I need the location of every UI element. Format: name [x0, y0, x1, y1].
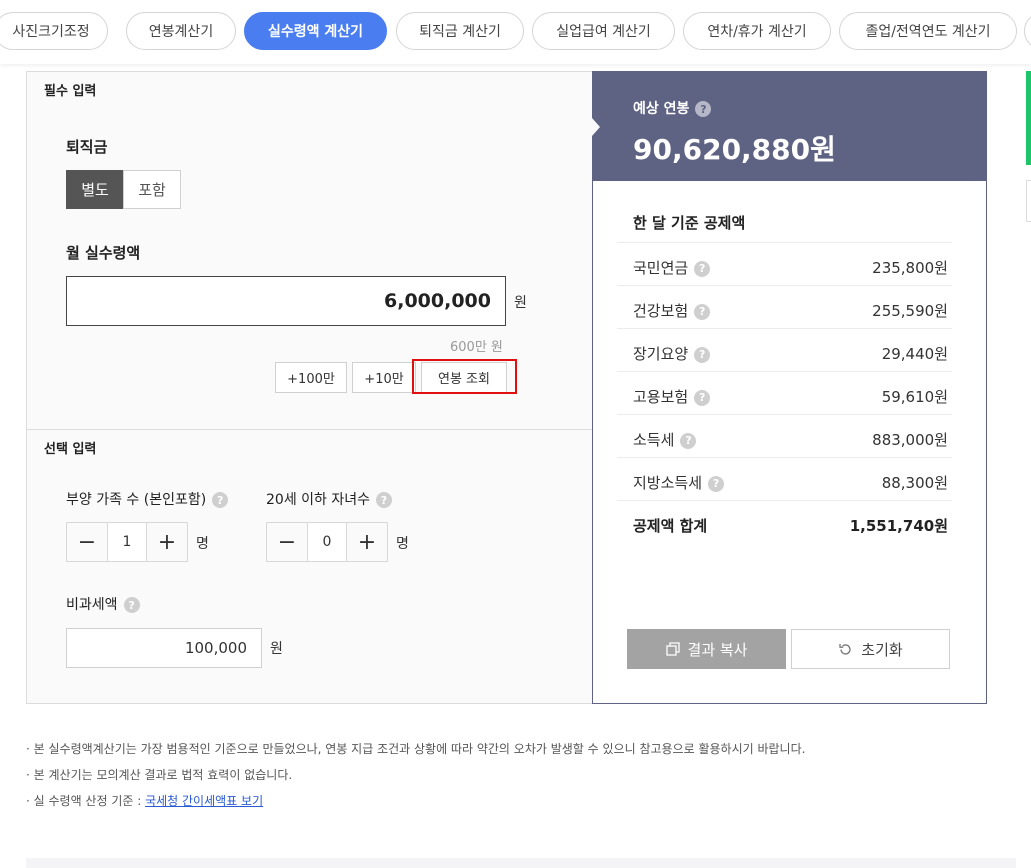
deduction-name-text: 고용보험 — [633, 388, 689, 406]
required-section-title: 필수 입력 — [44, 84, 97, 99]
copy-result-label: 결과 복사 — [687, 640, 748, 659]
annual-salary-label-text: 예상 연봉 — [633, 101, 690, 117]
tab-severance[interactable]: 퇴직금 계산기 — [396, 12, 524, 50]
reset-label: 초기화 — [861, 640, 903, 659]
monthly-unit: 원 — [514, 295, 527, 311]
tab-unemployment[interactable]: 실업급여 계산기 — [532, 12, 675, 50]
deduction-name-text: 지방소득세 — [633, 474, 703, 492]
calculator-tab-bar: 사진크기조정 연봉계산기 실수령액 계산기 퇴직금 계산기 실업급여 계산기 연… — [0, 0, 1031, 64]
note-line-prefix: · 실 수령액 산정 기준 : — [26, 794, 146, 808]
dependents-label-text: 부양 가족 수 (본인포함) — [66, 492, 207, 508]
deduction-name-text: 건강보험 — [633, 302, 689, 320]
deduction-amount: 235,800원 — [872, 259, 948, 277]
monthly-amount-hint: 600만 원 — [450, 340, 503, 355]
tab-next[interactable] — [1024, 12, 1031, 50]
dependents-value[interactable]: 1 — [107, 523, 147, 561]
deduction-name: 소득세? — [633, 429, 697, 450]
tab-net-pay[interactable]: 실수령액 계산기 — [244, 12, 387, 50]
deduction-name: 장기요양? — [633, 343, 711, 364]
deduction-name-text: 장기요양 — [633, 345, 689, 363]
deduction-name: 국민연금? — [633, 257, 711, 278]
severance-included-option[interactable]: 포함 — [123, 170, 181, 209]
help-icon[interactable]: ? — [694, 389, 711, 406]
help-icon[interactable]: ? — [376, 492, 392, 508]
children-value[interactable]: 0 — [307, 523, 347, 561]
deduction-row: 소득세? 883,000원 — [617, 414, 952, 457]
deduction-row: 장기요양? 29,440원 — [617, 328, 952, 371]
deduction-row: 국민연금? 235,800원 — [617, 242, 952, 285]
deduction-row: 지방소득세? 88,300원 — [617, 457, 952, 500]
children-unit: 명 — [396, 536, 409, 552]
side-accent-bar — [1026, 71, 1031, 165]
help-icon[interactable]: ? — [212, 492, 229, 508]
side-widget[interactable] — [1026, 180, 1031, 222]
deduction-row: 고용보험? 59,610원 — [617, 371, 952, 414]
plus-icon[interactable]: + — [147, 523, 187, 561]
note-line: · 실 수령액 산정 기준 : 국세청 간이세액표 보기 — [26, 788, 805, 814]
severance-separate-option[interactable]: 별도 — [66, 170, 124, 209]
nontax-unit: 원 — [270, 641, 283, 657]
monthly-net-label: 월 실수령액 — [66, 244, 141, 262]
tab-photo-resize[interactable]: 사진크기조정 — [0, 12, 108, 50]
deduction-name-text: 소득세 — [633, 431, 675, 449]
dependents-unit: 명 — [196, 536, 209, 552]
optional-section-title: 선택 입력 — [44, 442, 97, 457]
monthly-net-input[interactable] — [66, 276, 506, 326]
highlight-box — [412, 359, 517, 394]
deduction-amount: 59,610원 — [881, 388, 948, 406]
help-icon[interactable]: ? — [694, 303, 711, 320]
help-icon[interactable]: ? — [123, 597, 140, 613]
annual-salary-value: 90,620,880원 — [633, 133, 836, 166]
tax-table-link[interactable]: 국세청 간이세액표 보기 — [145, 794, 263, 808]
deduction-amount: 255,590원 — [872, 302, 948, 320]
reset-button[interactable]: 초기화 — [791, 629, 950, 669]
nontax-label: 비과세액? — [66, 594, 140, 614]
deduction-name: 지방소득세? — [633, 472, 725, 493]
nontax-label-text: 비과세액 — [66, 597, 118, 613]
help-icon[interactable]: ? — [695, 101, 712, 117]
deduction-amount: 29,440원 — [881, 345, 948, 363]
help-icon[interactable]: ? — [708, 475, 725, 492]
annual-salary-label: 예상 연봉? — [633, 98, 712, 118]
panel-notch — [592, 118, 600, 136]
children-label-text: 20세 이하 자녀수 — [266, 492, 370, 508]
minus-icon[interactable]: − — [67, 523, 107, 561]
children-stepper: − 0 + — [266, 522, 388, 562]
help-icon[interactable]: ? — [694, 260, 711, 277]
deduction-total-row: 공제액 합계 1,551,740원 — [617, 500, 952, 543]
plus-icon[interactable]: + — [347, 523, 387, 561]
tab-annual-salary[interactable]: 연봉계산기 — [126, 12, 236, 50]
help-icon[interactable]: ? — [680, 432, 697, 449]
deduction-amount: 883,000원 — [872, 431, 948, 449]
copy-result-button[interactable]: 결과 복사 — [627, 629, 786, 669]
copy-icon — [665, 642, 680, 656]
footer-band — [26, 858, 1016, 868]
deduction-total-name: 공제액 합계 — [633, 517, 708, 535]
deduction-name: 고용보험? — [633, 386, 711, 407]
note-line: · 본 계산기는 모의계산 결과로 법적 효력이 없습니다. — [26, 768, 293, 782]
dependents-stepper: − 1 + — [66, 522, 188, 562]
deduction-total-amount: 1,551,740원 — [849, 517, 948, 535]
disclaimer-notes: · 본 실수령액계산기는 가장 범용적인 기준으로 만들었으나, 연봉 지급 조… — [26, 736, 805, 814]
deduction-amount: 88,300원 — [881, 474, 948, 492]
section-divider — [26, 429, 593, 430]
deduction-name-text: 국민연금 — [633, 259, 689, 277]
tab-annual-leave[interactable]: 연차/휴가 계산기 — [683, 12, 831, 50]
deduction-name: 건강보험? — [633, 300, 711, 321]
help-icon[interactable]: ? — [694, 346, 711, 363]
tab-graduation-year[interactable]: 졸업/전역연도 계산기 — [839, 12, 1017, 50]
note-line: · 본 실수령액계산기는 가장 범용적인 기준으로 만들었으나, 연봉 지급 조… — [26, 742, 806, 756]
minus-icon[interactable]: − — [267, 523, 307, 561]
nontax-input[interactable] — [66, 628, 262, 668]
add-1m-button[interactable]: +100만 — [275, 362, 347, 393]
refresh-icon — [839, 643, 851, 655]
deduction-row: 건강보험? 255,590원 — [617, 285, 952, 328]
dependents-label: 부양 가족 수 (본인포함)? — [66, 489, 229, 509]
deduction-title: 한 달 기준 공제액 — [633, 214, 746, 232]
add-100k-button[interactable]: +10만 — [352, 362, 416, 393]
children-label: 20세 이하 자녀수? — [266, 489, 392, 509]
severance-label: 퇴직금 — [66, 138, 108, 156]
